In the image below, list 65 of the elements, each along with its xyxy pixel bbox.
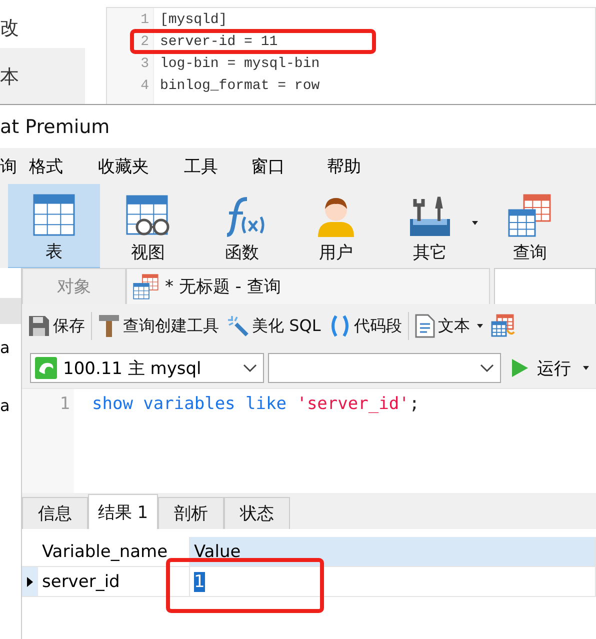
connection-dropdown[interactable]: 100.11 主 mysql (30, 353, 264, 383)
menu-item[interactable]: 询 (0, 154, 17, 178)
toolbar-button[interactable]: 视图 (102, 184, 194, 268)
line-number: 2 (140, 33, 150, 52)
user-icon (316, 195, 356, 237)
play-icon (511, 358, 529, 378)
table-arrow-icon (490, 314, 515, 338)
sidebar-item[interactable]: 本 (0, 48, 85, 104)
sql-editor[interactable]: 1 show variables like 'server_id'; (22, 388, 596, 493)
line-number: 3 (140, 55, 150, 74)
code-line: server-id = 11 (160, 33, 278, 52)
menu-item[interactable]: 工具 (184, 154, 218, 178)
sidebar-item-label: 本 (0, 65, 19, 90)
toolbar-button[interactable]: 函数 (196, 184, 288, 268)
magic-wand-icon (227, 315, 249, 337)
toolbar-button[interactable]: 美化 SQL (225, 315, 323, 337)
menu-item[interactable]: 格式 (29, 154, 63, 178)
search-field[interactable] (494, 268, 596, 304)
chevron-down-icon (243, 363, 257, 373)
dolphin-icon (35, 357, 57, 379)
parentheses-icon (328, 314, 351, 338)
table-glasses-icon (126, 195, 170, 237)
toolbar-button[interactable] (488, 314, 517, 338)
code-line: show variables like 'server_id'; (92, 393, 420, 415)
tab[interactable]: 状态 (224, 497, 290, 529)
menu-item[interactable]: 窗口 (251, 154, 285, 178)
line-number: 1 (58, 393, 71, 415)
sidebar-item[interactable]: a (0, 396, 21, 454)
toolbar-button[interactable]: 保存 (26, 315, 87, 337)
table-icon (33, 194, 75, 236)
line-number: 4 (140, 77, 150, 96)
toolbar-button[interactable]: 用户 (290, 184, 382, 268)
code-line: binlog_format = row (160, 77, 320, 96)
code-line: log-bin = mysql-bin (160, 55, 320, 74)
tab[interactable]: 信息 (22, 497, 88, 529)
toolbar-button[interactable]: 代码段 (326, 314, 404, 338)
toolbar-button[interactable]: 查询创建工具 (96, 314, 221, 338)
tab[interactable]: 结果 1 (88, 494, 158, 529)
tab[interactable]: 剖析 (158, 497, 224, 529)
database-dropdown[interactable] (268, 353, 501, 383)
tables-icon (133, 274, 159, 300)
window-title: at Premium (0, 116, 110, 138)
tables-icon (508, 194, 552, 238)
document-icon (414, 314, 435, 338)
column-header[interactable]: Value (190, 537, 596, 566)
sidebar-item[interactable]: a (0, 338, 21, 396)
toolbar-button[interactable]: 文本 (412, 314, 485, 338)
menu-item[interactable]: 帮助 (327, 154, 361, 178)
tab[interactable]: * 无标题 - 查询 (126, 268, 490, 304)
toolbar-button[interactable]: 其它 (384, 184, 476, 268)
run-button[interactable]: 运行 (505, 356, 589, 380)
chevron-down-icon (480, 363, 494, 373)
selected-row (0, 298, 21, 324)
hammer-icon (98, 314, 120, 338)
line-number: 1 (140, 11, 150, 30)
selected-cell-value[interactable]: 1 (194, 572, 205, 592)
table-cell: server_id (38, 567, 190, 596)
toolbar-button[interactable]: 查询 (484, 184, 576, 268)
sidebar-item-label: 改 (0, 16, 19, 41)
toolbox-icon (409, 195, 451, 237)
code-line: [mysqld] (160, 11, 228, 30)
toolbar-button[interactable]: 表 (8, 184, 100, 268)
menu-item[interactable]: 收藏夹 (98, 154, 149, 178)
sidebar-item[interactable]: 改 (0, 8, 85, 48)
dropdown-arrow-icon[interactable] (472, 221, 478, 225)
